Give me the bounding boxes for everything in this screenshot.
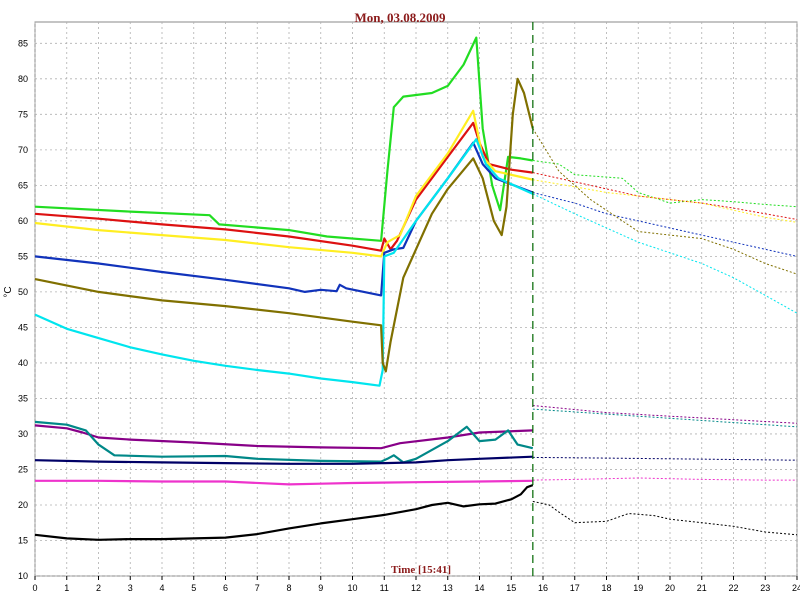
- x-tick-label: 11: [380, 583, 389, 593]
- y-tick-label: 15: [18, 535, 28, 545]
- y-tick-label: 65: [18, 180, 28, 190]
- y-tick-label: 10: [18, 571, 28, 581]
- x-tick-label: 3: [128, 583, 133, 593]
- y-tick-label: 55: [18, 251, 28, 261]
- x-tick-label: 24: [792, 583, 800, 593]
- x-tick-label: 21: [697, 583, 707, 593]
- x-axis-ticks: 0 1 2 3 4 5 6 7 8 9 10 11 12 13 14 15 16 17 18 19 20 21 22 23 24: [32, 576, 800, 593]
- y-tick-label: 25: [18, 464, 28, 474]
- x-tick-label: 13: [443, 583, 453, 593]
- y-tick-label: 85: [18, 38, 28, 48]
- x-tick-label: 22: [728, 583, 738, 593]
- y-tick-label: 20: [18, 500, 28, 510]
- x-tick-label: 16: [538, 583, 548, 593]
- x-tick-label: 8: [286, 583, 291, 593]
- y-tick-label: 70: [18, 145, 28, 155]
- y-axis-ticks: 10 15 20 25 30 35 40 45 50 55 60 65 70 75 80 85: [18, 38, 28, 581]
- x-tick-label: 2: [96, 583, 101, 593]
- y-tick-label: 35: [18, 393, 28, 403]
- x-tick-label: 15: [506, 583, 516, 593]
- x-tick-label: 17: [570, 583, 580, 593]
- x-tick-label: 6: [223, 583, 228, 593]
- y-tick-label: 80: [18, 74, 28, 84]
- y-tick-label: 45: [18, 322, 28, 332]
- x-tick-label: 7: [255, 583, 260, 593]
- x-tick-label: 14: [474, 583, 484, 593]
- x-tick-label: 23: [760, 583, 770, 593]
- x-tick-label: 19: [633, 583, 643, 593]
- y-tick-label: 75: [18, 109, 28, 119]
- temperature-line-chart: 10152025303540455055606570758085 0123456…: [3, 10, 800, 593]
- y-axis-label: °C: [3, 286, 14, 297]
- x-tick-label: 1: [64, 583, 69, 593]
- x-axis-label: Time [15:41]: [391, 564, 451, 576]
- x-tick-label: 0: [32, 583, 37, 593]
- y-tick-label: 40: [18, 358, 28, 368]
- y-tick-label: 60: [18, 216, 28, 226]
- x-tick-label: 12: [411, 583, 421, 593]
- y-tick-label: 50: [18, 287, 28, 297]
- x-tick-label: 18: [601, 583, 611, 593]
- x-tick-label: 20: [665, 583, 675, 593]
- chart-title: Mon, 03.08.2009: [355, 10, 447, 25]
- x-tick-label: 10: [347, 583, 357, 593]
- x-tick-label: 9: [318, 583, 323, 593]
- y-tick-label: 30: [18, 429, 28, 439]
- x-tick-label: 5: [191, 583, 196, 593]
- x-tick-label: 4: [159, 583, 164, 593]
